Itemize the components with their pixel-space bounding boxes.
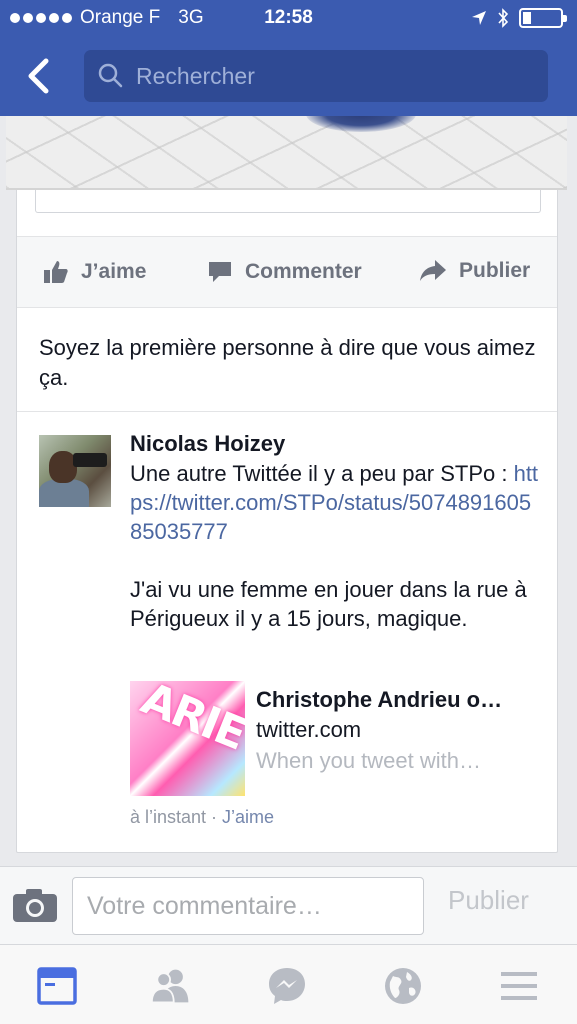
tab-bar [0, 944, 577, 1024]
comment-meta: à l’instant · J’aime [130, 807, 274, 828]
share-button[interactable]: Publier [419, 259, 530, 283]
meta-separator: · [206, 807, 223, 827]
feed-icon [37, 967, 77, 1005]
comment-text-body: J'ai vu une femme en jouer dans la rue à… [130, 577, 527, 631]
tab-more[interactable] [498, 965, 540, 1007]
chevron-left-icon [28, 58, 49, 94]
comment-label: Commenter [245, 260, 362, 283]
messenger-icon [269, 968, 305, 1004]
shared-link-domain: twitter.com [256, 717, 362, 742]
divider [17, 411, 557, 412]
status-right [471, 8, 567, 28]
nav-bar [0, 38, 577, 116]
comment-author[interactable]: Nicolas Hoizey [130, 429, 540, 459]
shared-link-card[interactable]: ARIE Christophe Andrieu o… twitter.com W… [130, 681, 540, 796]
search-icon [98, 63, 123, 88]
friends-icon [150, 969, 189, 1004]
like-button[interactable]: J’aime [43, 259, 146, 285]
comment-composer: Publier [0, 866, 577, 944]
avatar[interactable] [39, 435, 111, 507]
menu-icon [501, 972, 537, 1000]
comment-input[interactable] [72, 877, 424, 935]
tab-notifications[interactable] [382, 965, 424, 1007]
tab-messages[interactable] [266, 965, 308, 1007]
status-bar: Orange F 3G 12:58 [0, 0, 577, 38]
shared-link-thumbnail: ARIE [130, 681, 245, 796]
battery-icon [519, 8, 567, 28]
comment-like-link[interactable]: J’aime [222, 807, 274, 827]
post-photo[interactable] [6, 116, 567, 190]
thumbs-up-icon [44, 261, 68, 283]
back-button[interactable] [22, 58, 56, 94]
photo-detail [306, 116, 416, 132]
shared-link-info: Christophe Andrieu o… twitter.com When y… [256, 685, 540, 777]
likes-summary: Soyez la première personne à dire que vo… [39, 335, 536, 390]
search-box[interactable] [84, 50, 548, 102]
shared-link-title: Christophe Andrieu o… [256, 687, 503, 712]
tab-friend-requests[interactable] [150, 965, 192, 1007]
comment-text-intro: Une autre Twittée il y a peu par STPo : [130, 461, 514, 486]
share-arrow-icon [420, 260, 446, 281]
comment-text: Une autre Twittée il y a peu par STPo : … [130, 459, 540, 633]
location-arrow-icon [472, 11, 486, 25]
share-label: Publier [459, 259, 531, 282]
comment-body: Nicolas Hoizey Une autre Twittée il y a … [130, 429, 540, 633]
search-input[interactable] [136, 62, 516, 90]
avatar-body [39, 479, 89, 507]
post-card: J’aime Commenter Publier Soyez la premiè… [16, 160, 558, 853]
camera-button[interactable] [12, 887, 58, 923]
thumbnail-text: ARIE [134, 681, 245, 761]
publish-button[interactable]: Publier [448, 885, 529, 916]
comment-button[interactable]: Commenter [207, 259, 362, 285]
shared-link-description: When you tweet with… [256, 748, 481, 773]
post-actions-bar: J’aime Commenter Publier [17, 236, 557, 308]
comment-timestamp: à l’instant [130, 807, 207, 827]
bluetooth-icon [498, 8, 509, 28]
comment-bubble-icon [209, 262, 231, 282]
globe-icon [385, 968, 421, 1004]
avatar-camera [73, 453, 107, 467]
camera-icon [13, 889, 57, 922]
like-label: J’aime [81, 260, 147, 283]
top-bar: Orange F 3G 12:58 [0, 0, 577, 116]
tab-news-feed[interactable] [36, 965, 78, 1007]
